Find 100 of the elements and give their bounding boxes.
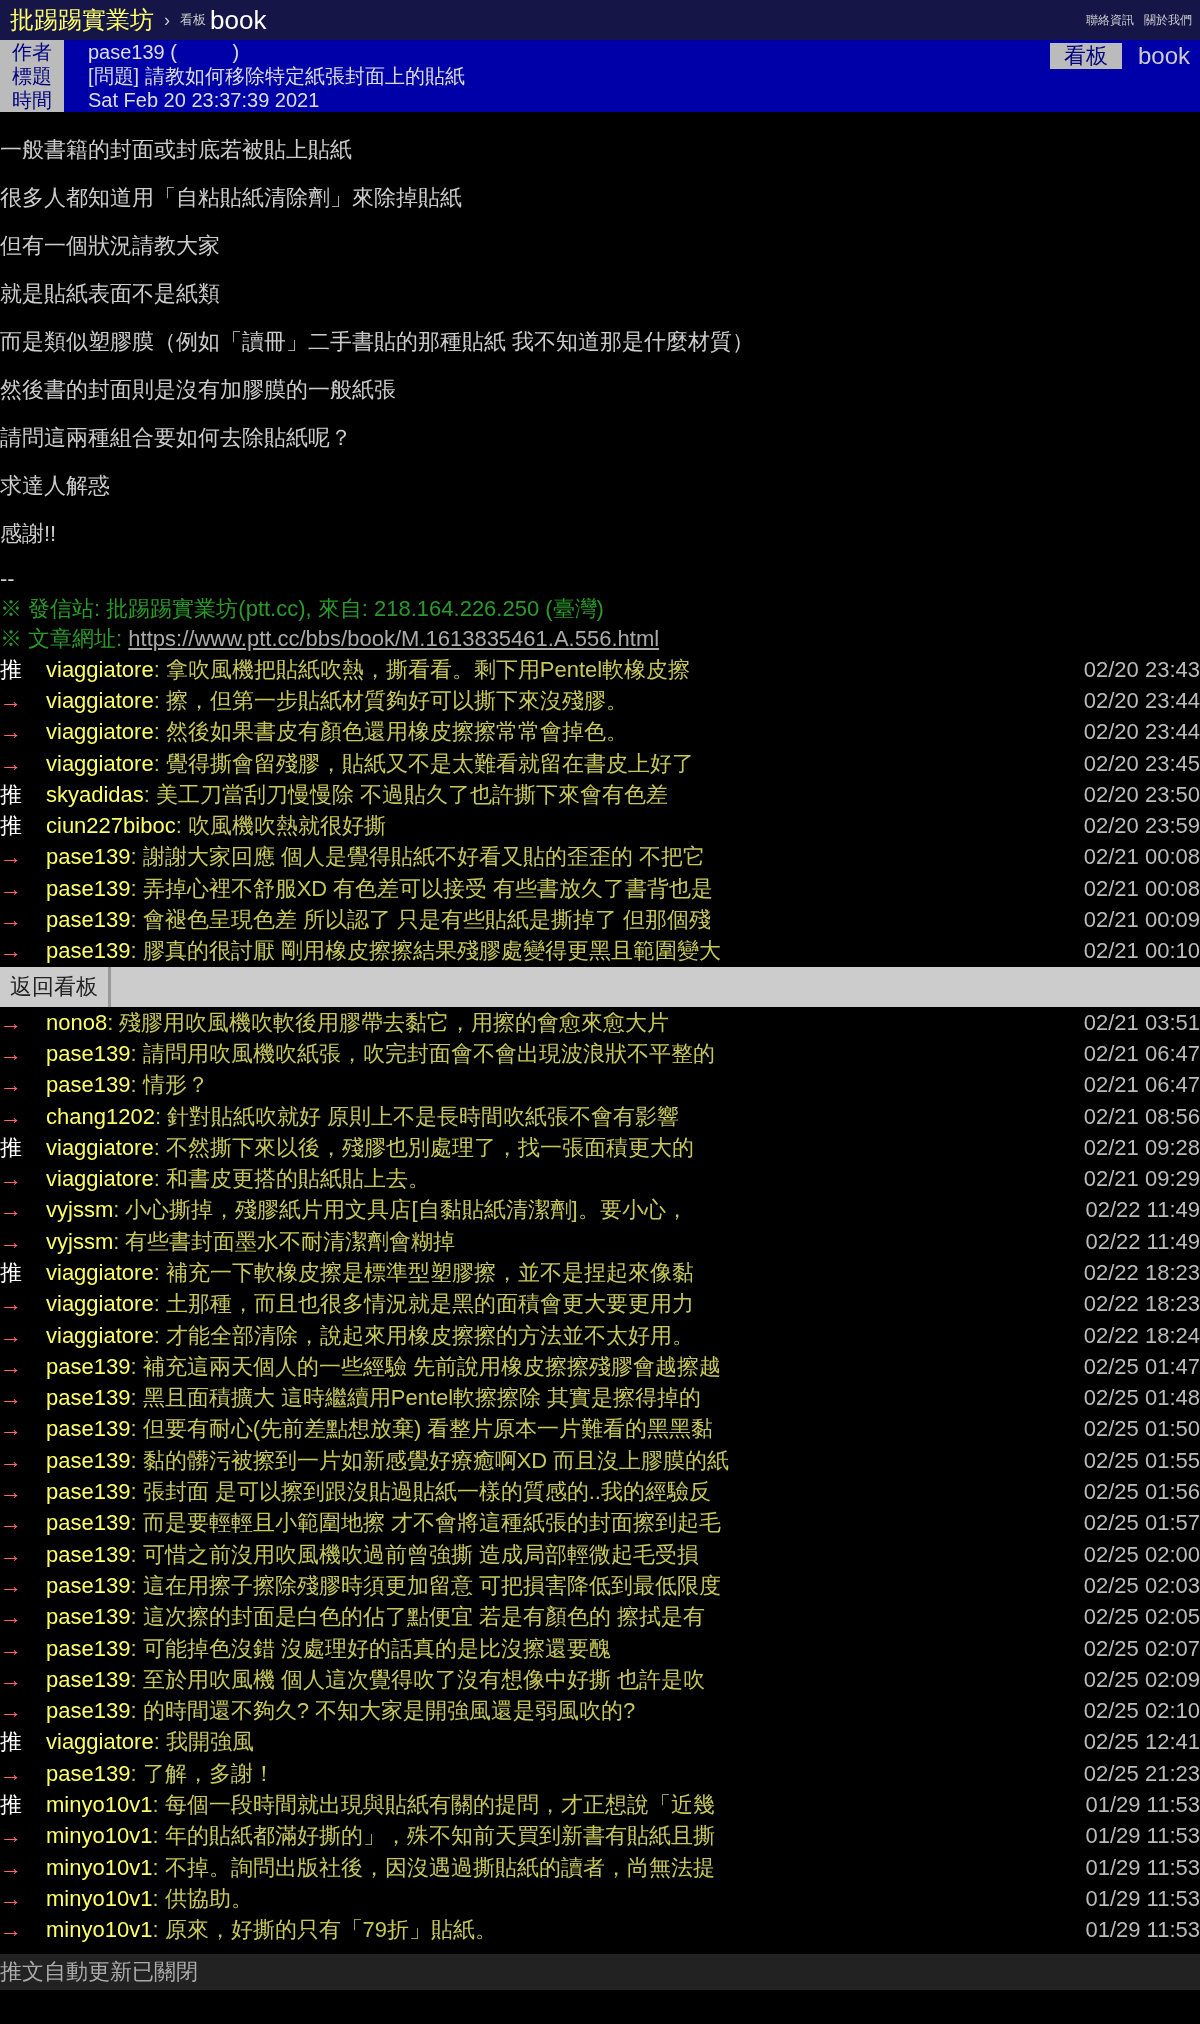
- push-time: 02/22 18:24: [1083, 1322, 1200, 1349]
- push-tag: →: [0, 1479, 46, 1506]
- push-user[interactable]: pase139: [46, 938, 131, 965]
- auto-update-status: 推文自動更新已關閉: [0, 1958, 198, 1984]
- push-user[interactable]: minyo10v1: [46, 1885, 153, 1912]
- push-tag: →: [0, 1166, 46, 1193]
- push-time: 01/29 11:53: [1085, 1917, 1200, 1944]
- site-logo[interactable]: 批踢踢實業坊: [10, 4, 154, 36]
- push-user[interactable]: chang1202: [46, 1103, 155, 1130]
- push-time: 02/20 23:59: [1083, 813, 1200, 840]
- meta-label: 時間: [0, 88, 64, 112]
- push-content: : 謝謝大家回應 個人是覺得貼紙不好看又貼的歪歪的 不把它: [130, 843, 706, 872]
- push-user[interactable]: pase139: [46, 1447, 131, 1474]
- article-link[interactable]: https://www.ptt.cc/bbs/book/M.1613835461.A.556.html: [128, 626, 660, 651]
- push-time: 02/22 11:49: [1085, 1197, 1200, 1224]
- push-time: 02/25 02:09: [1083, 1666, 1200, 1693]
- push-tag: 推: [0, 1727, 46, 1758]
- push-content: : 擦，但第一步貼紙材質夠好可以撕下來沒殘膠。: [153, 686, 629, 715]
- meta-value: [問題] 請教如何移除特定紙張封面上的貼紙: [88, 64, 465, 88]
- push-tag: →: [0, 1885, 46, 1912]
- body-text: 求達人解惑: [0, 472, 111, 500]
- push-content: : 會褪色呈現色差 所以認了 只是有些貼紙是撕掉了 但那個殘: [130, 906, 712, 934]
- push-tag: →: [0, 938, 46, 965]
- push-user[interactable]: pase139: [46, 1416, 131, 1443]
- push-time: 02/25 02:00: [1083, 1541, 1200, 1568]
- push-user[interactable]: viaggiatore: [46, 1322, 154, 1349]
- push-user[interactable]: minyo10v1: [46, 1917, 153, 1944]
- push-time: 02/21 06:47: [1083, 1072, 1200, 1099]
- signature-separator: --: [0, 565, 16, 593]
- breadcrumb-separator: ›: [164, 9, 170, 31]
- push-user[interactable]: viaggiatore: [46, 687, 154, 714]
- push-content: : 請問用吹風機吹紙張，吹完封面會不會出現波浪狀不平整的: [130, 1039, 716, 1068]
- push-user[interactable]: pase139: [46, 1698, 131, 1725]
- push-user[interactable]: minyo10v1: [46, 1854, 153, 1881]
- push-time: 02/22 18:23: [1083, 1260, 1200, 1286]
- push-user[interactable]: minyo10v1: [46, 1823, 153, 1850]
- push-user[interactable]: pase139: [46, 1635, 131, 1662]
- push-user[interactable]: viaggiatore: [46, 656, 154, 683]
- push-user[interactable]: pase139: [46, 1040, 131, 1067]
- push-user[interactable]: viaggiatore: [46, 1260, 154, 1286]
- header-link[interactable]: 關於我們: [1144, 11, 1192, 29]
- push-tag: →: [0, 1009, 46, 1036]
- push-content: : 而是要輕輕且小範圍地擦 才不會將這種紙張的封面擦到起毛: [130, 1509, 722, 1538]
- push-tag: →: [0, 1228, 46, 1255]
- push-user[interactable]: pase139: [46, 907, 131, 933]
- push-content: : 這在用擦子擦除殘膠時須更加留意 可把損害降低到最低限度: [130, 1571, 722, 1600]
- push-user[interactable]: nono8: [46, 1009, 108, 1036]
- push-user[interactable]: pase139: [46, 875, 131, 902]
- push-time: 02/21 00:08: [1083, 875, 1200, 902]
- push-user[interactable]: pase139: [46, 1572, 131, 1599]
- push-content: : 弄掉心裡不舒服XD 有色差可以接受 有些書放久了書背也是: [130, 874, 715, 903]
- push-user[interactable]: viaggiatore: [46, 1134, 154, 1161]
- push-user[interactable]: pase139: [46, 1385, 131, 1412]
- push-time: 02/25 21:23: [1083, 1760, 1200, 1787]
- push-user[interactable]: pase139: [46, 1666, 131, 1693]
- push-time: 01/29 11:53: [1085, 1885, 1200, 1912]
- push-user[interactable]: pase139: [46, 844, 131, 871]
- push-tag: →: [0, 1666, 46, 1693]
- push-tag: 推: [0, 811, 46, 842]
- push-content: : 拿吹風機把貼紙吹熱，撕看看。剩下用Pentel軟橡皮擦: [153, 655, 692, 684]
- push-user[interactable]: pase139: [46, 1541, 131, 1568]
- push-user[interactable]: vyjssm: [46, 1197, 114, 1224]
- push-content: : 黑且面積擴大 這時繼續用Pentel軟擦擦除 其實是擦得掉的: [130, 1384, 703, 1413]
- push-user[interactable]: pase139: [46, 1353, 131, 1380]
- push-user[interactable]: viaggiatore: [46, 1291, 154, 1318]
- push-tag: →: [0, 687, 46, 714]
- push-user[interactable]: viaggiatore: [46, 1729, 154, 1756]
- push-time: 02/21 00:09: [1083, 907, 1200, 933]
- source-info: ※ 發信站: 批踢踢實業坊(ptt.cc), 來自: 218.164.226.250 (臺灣): [0, 596, 604, 621]
- push-user[interactable]: pase139: [46, 1604, 131, 1631]
- push-tag: →: [0, 1698, 46, 1725]
- push-time: 02/21 00:08: [1083, 844, 1200, 871]
- push-content: : 的時間還不夠久? 不知大家是開強風還是弱風吹的?: [130, 1697, 637, 1726]
- push-content: : 土那種，而且也很多情況就是黑的面積會更大要更用力: [153, 1290, 695, 1319]
- push-tag: →: [0, 719, 46, 746]
- push-user[interactable]: vyjssm: [46, 1228, 114, 1255]
- push-user[interactable]: minyo10v1: [46, 1792, 153, 1819]
- push-user[interactable]: viaggiatore: [46, 750, 154, 777]
- push-user[interactable]: pase139: [46, 1510, 131, 1537]
- push-user[interactable]: ciun227biboc: [46, 813, 176, 840]
- push-user[interactable]: skyadidas: [46, 781, 144, 808]
- push-user[interactable]: pase139: [46, 1479, 131, 1506]
- push-time: 02/20 23:44: [1083, 719, 1200, 746]
- push-time: 02/21 08:56: [1083, 1103, 1200, 1130]
- board-link[interactable]: book: [210, 4, 267, 36]
- push-user[interactable]: pase139: [46, 1760, 131, 1787]
- push-user[interactable]: viaggiatore: [46, 719, 154, 746]
- push-content: : 覺得撕會留殘膠，貼紙又不是太難看就留在書皮上好了: [153, 749, 695, 778]
- push-tag: →: [0, 1322, 46, 1349]
- push-time: 01/29 11:53: [1085, 1823, 1200, 1850]
- push-time: 02/21 09:28: [1083, 1134, 1200, 1161]
- push-time: 02/21 06:47: [1083, 1040, 1200, 1067]
- push-tag: →: [0, 1510, 46, 1537]
- push-user[interactable]: pase139: [46, 1072, 131, 1099]
- push-user[interactable]: viaggiatore: [46, 1166, 154, 1193]
- push-content: : 然後如果書皮有顏色還用橡皮擦擦常常會掉色。: [153, 718, 629, 747]
- push-time: 02/22 18:23: [1083, 1291, 1200, 1318]
- body-text: 一般書籍的封面或封底若被貼上貼紙: [0, 136, 353, 164]
- header-link[interactable]: 聯絡資訊: [1086, 11, 1134, 29]
- push-tag: →: [0, 1635, 46, 1662]
